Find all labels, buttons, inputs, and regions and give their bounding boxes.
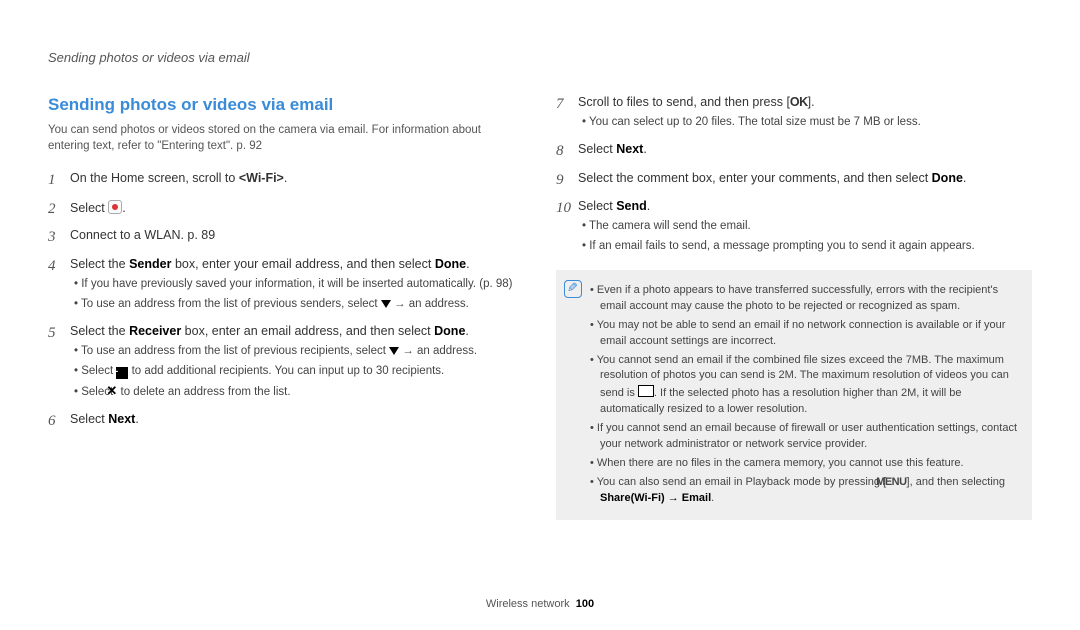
sender-label: Sender xyxy=(129,257,171,271)
step-body: Connect to a WLAN. p. 89 xyxy=(70,226,524,244)
section-title: Sending photos or videos via email xyxy=(48,93,524,118)
step-number: 4 xyxy=(48,255,70,278)
step-8: 8 Select Next. xyxy=(556,140,1032,163)
step-body: Select the comment box, enter your comme… xyxy=(578,169,1032,187)
step-body: Scroll to files to send, and then press … xyxy=(578,93,1032,134)
content-columns: Sending photos or videos via email You c… xyxy=(48,93,1032,590)
note-bullet: You can also send an email in Playback m… xyxy=(590,475,1020,507)
step-10: 10 Select Send. The camera will send the… xyxy=(556,197,1032,257)
intro-text: You can send photos or videos stored on … xyxy=(48,122,524,155)
wifi-label: <Wi-Fi> xyxy=(239,171,284,185)
email-icon xyxy=(108,200,122,214)
done-label: Done xyxy=(435,257,466,271)
right-column: 7 Scroll to files to send, and then pres… xyxy=(556,93,1032,590)
step-5: 5 Select the Receiver box, enter an emai… xyxy=(48,322,524,404)
step-number: 9 xyxy=(556,169,578,192)
sub-bullet: The camera will send the email. xyxy=(578,218,1032,235)
step-7: 7 Scroll to files to send, and then pres… xyxy=(556,93,1032,134)
step-body: Select the Receiver box, enter an email … xyxy=(70,322,524,404)
sub-bullet: Select ✕ to delete an address from the l… xyxy=(70,382,524,401)
document-page: Sending photos or videos via email Sendi… xyxy=(0,0,1080,630)
step-number: 6 xyxy=(48,410,70,433)
page-header: Sending photos or videos via email xyxy=(48,50,1032,65)
step-2: 2 Select . xyxy=(48,198,524,221)
step-6: 6 Select Next. xyxy=(48,410,524,433)
receiver-label: Receiver xyxy=(129,324,181,338)
step-body: Select . xyxy=(70,198,524,217)
step-number: 8 xyxy=(556,140,578,163)
send-label: Send xyxy=(616,199,647,213)
step-body: Select Next. xyxy=(578,140,1032,158)
note-bullet: You may not be able to send an email if … xyxy=(590,318,1020,350)
sub-bullet: You can select up to 20 files. The total… xyxy=(578,114,1032,131)
share-path: Share(Wi-Fi) → Email xyxy=(600,492,711,504)
video-resolution-icon xyxy=(638,385,654,397)
next-label: Next xyxy=(108,412,135,426)
step-body: Select Send. The camera will send the em… xyxy=(578,197,1032,257)
left-column: Sending photos or videos via email You c… xyxy=(48,93,524,590)
step-number: 2 xyxy=(48,198,70,221)
step-number: 7 xyxy=(556,93,578,116)
ok-button-label: OK xyxy=(790,93,808,111)
page-number: 100 xyxy=(576,598,594,610)
step-body: Select Next. xyxy=(70,410,524,428)
step-body: Select the Sender box, enter your email … xyxy=(70,255,524,315)
menu-button-label: MENU xyxy=(886,475,906,491)
footer-label: Wireless network xyxy=(486,598,570,610)
step-1: 1 On the Home screen, scroll to <Wi-Fi>. xyxy=(48,169,524,192)
step-number: 5 xyxy=(48,322,70,345)
step-4: 4 Select the Sender box, enter your emai… xyxy=(48,255,524,315)
step-number: 1 xyxy=(48,169,70,192)
next-label: Next xyxy=(616,142,643,156)
step-number: 10 xyxy=(556,197,578,220)
step-body: On the Home screen, scroll to <Wi-Fi>. xyxy=(70,169,524,187)
down-triangle-icon xyxy=(389,347,399,355)
note-box: Even if a photo appears to have transfer… xyxy=(556,270,1032,520)
note-bullet: Even if a photo appears to have transfer… xyxy=(590,283,1020,315)
down-triangle-icon xyxy=(381,300,391,308)
step-9: 9 Select the comment box, enter your com… xyxy=(556,169,1032,192)
step-3: 3 Connect to a WLAN. p. 89 xyxy=(48,226,524,249)
sub-bullet: Select + to add additional recipients. Y… xyxy=(70,363,524,380)
note-bullet: If you cannot send an email because of f… xyxy=(590,421,1020,453)
sub-bullet: If you have previously saved your inform… xyxy=(70,276,524,293)
done-label: Done xyxy=(932,171,963,185)
sub-bullet: To use an address from the list of previ… xyxy=(70,296,524,313)
done-label: Done xyxy=(434,324,465,338)
note-bullet: When there are no files in the camera me… xyxy=(590,456,1020,472)
plus-icon: + xyxy=(116,367,128,379)
sub-bullet: To use an address from the list of previ… xyxy=(70,343,524,360)
note-bullet: You cannot send an email if the combined… xyxy=(590,353,1020,419)
page-footer: Wireless network 100 xyxy=(48,590,1032,610)
sub-bullet: If an email fails to send, a message pro… xyxy=(578,238,1032,255)
step-number: 3 xyxy=(48,226,70,249)
